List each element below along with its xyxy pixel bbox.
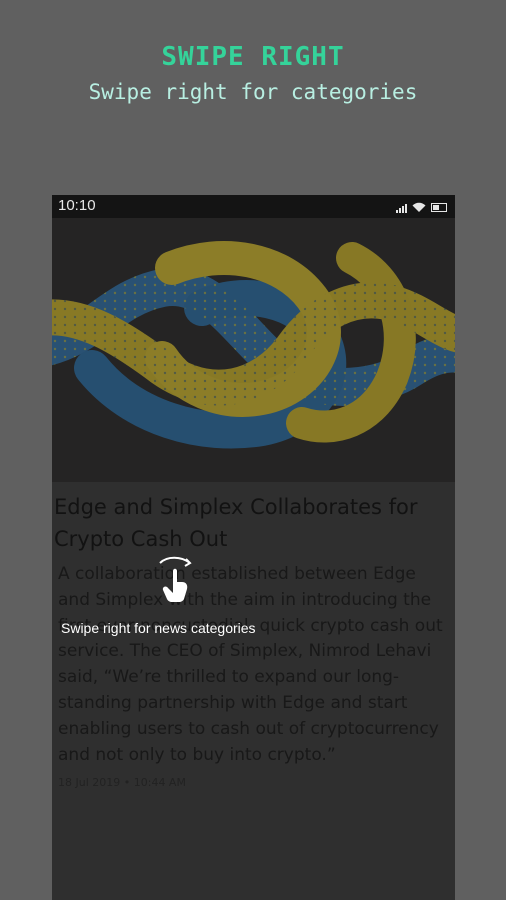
promo-subtitle: Swipe right for categories [88, 80, 418, 104]
article-title[interactable]: Edge and Simplex Collaborates for Crypto… [54, 491, 446, 555]
wifi-icon [412, 202, 426, 212]
app-screenshot-page: SWIPE RIGHT Swipe right for categories 1… [0, 0, 506, 900]
status-time: 10:10 [58, 197, 96, 214]
status-icons [396, 199, 447, 213]
swipe-hint-text: Swipe right for news categories [61, 620, 256, 636]
battery-icon [431, 203, 447, 212]
article-meta: 18 Jul 2019 • 10:44 AM [58, 776, 186, 789]
signal-icon [396, 203, 407, 213]
phone-frame[interactable]: 10:10 Edge and Simplex Collaborates for … [52, 195, 455, 900]
promo-title: SWIPE RIGHT [161, 42, 345, 72]
article-body: A collaboration established between Edge… [58, 564, 443, 765]
status-bar: 10:10 [52, 195, 455, 218]
rope-knot-photo [52, 218, 455, 482]
swipe-hand-icon [159, 556, 192, 602]
article-image[interactable] [52, 218, 455, 482]
